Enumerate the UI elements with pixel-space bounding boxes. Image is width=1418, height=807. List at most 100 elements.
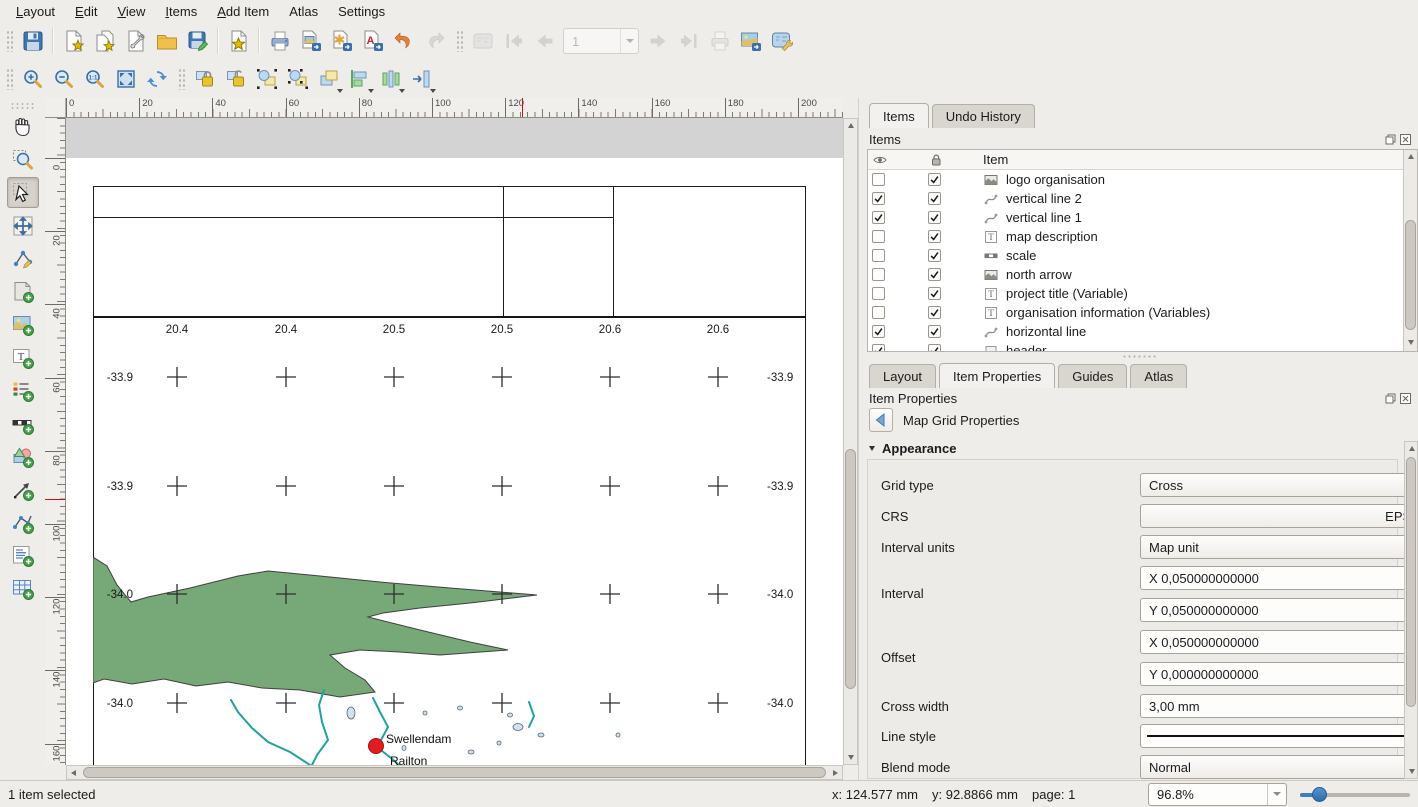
zoom-full-button[interactable] — [110, 64, 141, 95]
zoom-slider[interactable] — [1300, 783, 1410, 806]
item-row[interactable]: horizontal line — [868, 322, 1417, 341]
undo-button[interactable] — [388, 26, 419, 57]
float-panel-icon[interactable] — [1384, 392, 1397, 405]
pan-layout-tool[interactable] — [7, 111, 39, 142]
zoom-actual-button[interactable]: 1:1 — [79, 64, 110, 95]
menu-layout[interactable]: Layout — [6, 2, 65, 21]
atlas-page-combo[interactable]: 1 — [563, 28, 639, 54]
items-list-scrollbar[interactable] — [1403, 150, 1417, 351]
edit-nodes-item-tool[interactable] — [7, 243, 39, 274]
menu-edit[interactable]: Edit — [65, 2, 107, 21]
lock-checkbox[interactable] — [928, 230, 941, 243]
scroll-down-icon[interactable] — [844, 751, 857, 764]
visibility-checkbox[interactable] — [872, 249, 885, 262]
add-shape-tool[interactable] — [7, 441, 39, 472]
interval-y-input[interactable]: Y 0,050000000000✕ — [1140, 598, 1418, 622]
menu-atlas[interactable]: Atlas — [279, 2, 328, 21]
scroll-down-icon[interactable] — [1404, 336, 1417, 349]
distribute-items-button[interactable] — [375, 64, 406, 95]
panel-splitter-handle[interactable] — [1122, 354, 1156, 360]
toolbar-drag-handle[interactable] — [6, 68, 13, 90]
visibility-checkbox[interactable] — [872, 192, 885, 205]
toolbar-drag-handle[interactable] — [456, 30, 463, 52]
tab-undo-history[interactable]: Undo History — [932, 104, 1035, 128]
back-button[interactable] — [869, 408, 893, 432]
add-picture-tool[interactable] — [7, 309, 39, 340]
item-row[interactable]: Tproject title (Variable) — [868, 284, 1417, 303]
export-as-pdf-button[interactable]: A — [357, 26, 388, 57]
group-items-button[interactable] — [251, 64, 282, 95]
blend-mode-select[interactable]: Normal — [1140, 755, 1418, 779]
item-row[interactable]: header — [868, 341, 1417, 352]
add-node-item-tool[interactable] — [7, 507, 39, 538]
scroll-down-icon[interactable] — [1405, 765, 1418, 778]
add-items-from-template-button[interactable] — [223, 26, 254, 57]
zoom-slider-handle[interactable] — [1312, 787, 1327, 802]
add-map-tool[interactable] — [7, 276, 39, 307]
duplicate-layout-button[interactable] — [89, 26, 120, 57]
lock-checkbox[interactable] — [928, 173, 941, 186]
add-label-tool[interactable]: T — [7, 342, 39, 373]
atlas-settings-button[interactable] — [766, 26, 797, 57]
raise-items-button[interactable] — [313, 64, 344, 95]
tab-items[interactable]: Items — [869, 103, 929, 128]
item-row[interactable]: scale — [868, 246, 1417, 265]
item-row[interactable]: north arrow — [868, 265, 1417, 284]
layout-manager-button[interactable] — [120, 26, 151, 57]
align-items-button[interactable] — [344, 64, 375, 95]
scroll-up-icon[interactable] — [1404, 150, 1417, 163]
lock-checkbox[interactable] — [928, 306, 941, 319]
close-panel-icon[interactable] — [1399, 392, 1412, 405]
lock-checkbox[interactable] — [928, 325, 941, 338]
refresh-view-button[interactable] — [141, 64, 172, 95]
zoom-level-combo[interactable]: 96.8% — [1148, 783, 1287, 806]
menu-view[interactable]: View — [107, 2, 155, 21]
item-row[interactable]: Tmap description — [868, 227, 1417, 246]
zoom-out-button[interactable] — [48, 64, 79, 95]
add-legend-tool[interactable] — [7, 375, 39, 406]
scrollbar-thumb[interactable] — [83, 767, 826, 778]
menu-settings[interactable]: Settings — [328, 2, 395, 21]
export-as-svg-button[interactable] — [326, 26, 357, 57]
visibility-checkbox[interactable] — [872, 268, 885, 281]
visibility-checkbox[interactable] — [872, 306, 885, 319]
toolbar-drag-handle[interactable] — [10, 102, 36, 109]
lock-checkbox[interactable] — [928, 344, 941, 352]
crs-button[interactable]: EPSG:4326 — [1140, 504, 1418, 528]
export-atlas-button[interactable] — [735, 26, 766, 57]
grid-type-select[interactable]: Cross — [1140, 473, 1418, 497]
scroll-up-icon[interactable] — [844, 119, 857, 132]
visibility-checkbox[interactable] — [872, 344, 885, 352]
tab-guides[interactable]: Guides — [1058, 364, 1127, 388]
zoom-in-button[interactable] — [17, 64, 48, 95]
open-folder-button[interactable] — [151, 26, 182, 57]
canvas-horizontal-scrollbar[interactable] — [66, 765, 843, 780]
menu-items[interactable]: Items — [155, 2, 207, 21]
interval-x-input[interactable]: X 0,050000000000✕ — [1140, 566, 1418, 590]
item-row[interactable]: vertical line 2 — [868, 189, 1417, 208]
add-html-tool[interactable] — [7, 540, 39, 571]
item-row[interactable]: vertical line 1 — [868, 208, 1417, 227]
toolbar-drag-handle[interactable] — [6, 30, 13, 52]
close-panel-icon[interactable] — [1399, 133, 1412, 146]
lock-checkbox[interactable] — [928, 268, 941, 281]
visibility-checkbox[interactable] — [872, 211, 885, 224]
add-scalebar-tool[interactable] — [7, 408, 39, 439]
lock-checkbox[interactable] — [928, 192, 941, 205]
lock-items-button[interactable] — [189, 64, 220, 95]
item-row[interactable]: logo organisation — [868, 170, 1417, 189]
lock-checkbox[interactable] — [928, 287, 941, 300]
export-as-image-button[interactable] — [295, 26, 326, 57]
toolbar-drag-handle[interactable] — [178, 68, 185, 90]
tab-layout[interactable]: Layout — [869, 364, 936, 388]
menu-add-item[interactable]: Add Item — [207, 2, 279, 21]
visibility-checkbox[interactable] — [872, 230, 885, 243]
select-move-item-tool[interactable] — [7, 177, 39, 208]
offset-y-input[interactable]: Y 0,000000000000 — [1140, 662, 1418, 686]
interval-units-select[interactable]: Map unit — [1140, 535, 1418, 559]
item-row[interactable]: Torganisation information (Variables) — [868, 303, 1417, 322]
scroll-right-icon[interactable] — [829, 766, 842, 779]
line-style-button[interactable] — [1140, 724, 1418, 748]
print-layout-button[interactable] — [264, 26, 295, 57]
lock-checkbox[interactable] — [928, 249, 941, 262]
